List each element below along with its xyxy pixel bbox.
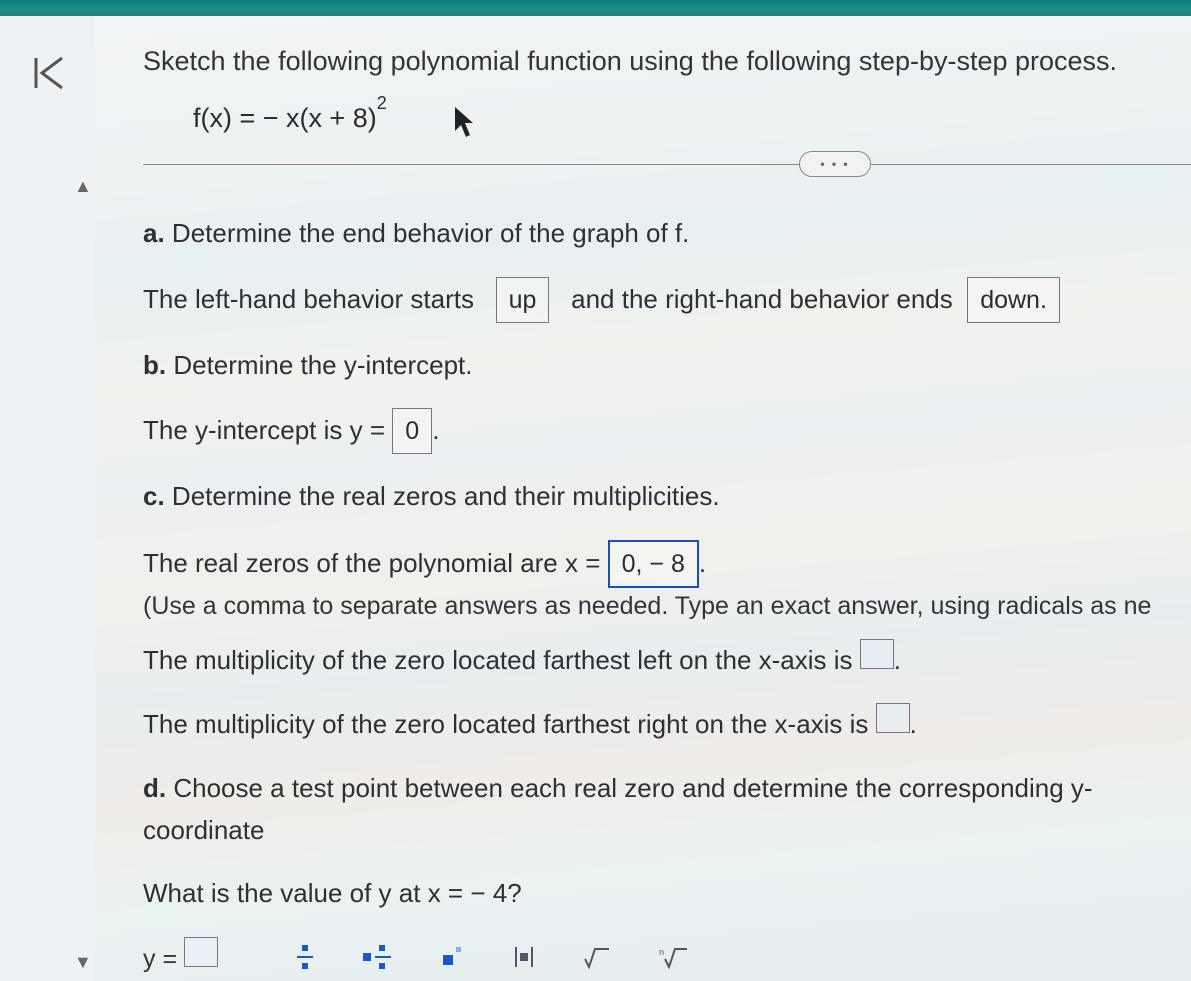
left-sidebar: ▲ ▼ [0,16,95,981]
part-c-label: c. [143,481,172,511]
mixed-fraction-tool-icon[interactable] [363,943,393,977]
divider-line [143,164,1191,165]
equation-exponent: 2 [377,93,387,113]
part-d-question: What is the value of y at x = − 4? [143,873,1191,915]
exponent-tool-icon[interactable] [441,945,465,975]
part-c-prompt: c. Determine the real zeros and their mu… [143,476,1191,518]
left-behavior-answer[interactable]: up [496,277,550,323]
nth-root-tool-icon[interactable]: n [659,945,689,975]
cursor-arrow-icon [453,105,479,146]
scroll-up-icon[interactable]: ▲ [74,176,92,197]
part-c: c. Determine the real zeros and their mu… [143,476,1191,746]
part-b-label: b. [143,350,173,380]
test-point-y-input[interactable] [184,937,218,967]
mult-left-after: . [894,645,901,675]
part-b: b. Determine the y-intercept. The y-inte… [143,345,1191,455]
y-equals: y = [143,945,177,973]
function-equation: f(x) = − x(x + 8)2 [193,101,1191,134]
page-container: ▲ ▼ Sketch the following polynomial func… [0,16,1191,981]
math-toolbar: n [295,939,689,981]
zeros-hint: (Use a comma to separate answers as need… [143,592,1191,621]
scroll-down-icon[interactable]: ▼ [74,952,92,973]
part-a-label: a. [143,218,172,248]
svg-text:n: n [659,947,664,957]
part-c-prompt-text: Determine the real zeros and their multi… [172,481,720,511]
mult-right-after: . [910,709,917,739]
y-intercept-answer[interactable]: 0 [392,408,432,454]
part-b-answer-line: The y-intercept is y = 0. [143,408,1191,454]
part-a-sentence-mid: and the right-hand behavior ends [571,284,953,314]
part-b-after: . [432,415,439,445]
more-button[interactable]: • • • [799,151,871,177]
window-top-bar [0,0,1191,16]
mult-right-line: The multiplicity of the zero located far… [143,703,1191,746]
problem-title: Sketch the following polynomial function… [143,46,1191,77]
right-behavior-answer[interactable]: down. [967,277,1060,323]
problem-content: Sketch the following polynomial function… [95,16,1191,981]
fraction-tool-icon[interactable] [295,943,315,977]
mult-left-pre: The multiplicity of the zero located far… [143,645,853,675]
more-dots: • • • [820,157,849,171]
multiplicity-left-input[interactable] [860,639,894,669]
sqrt-tool-icon[interactable] [583,945,611,975]
part-a-sentence-pre: The left-hand behavior starts [143,284,474,314]
mult-left-line: The multiplicity of the zero located far… [143,639,1191,682]
abs-tool-icon[interactable] [513,945,535,975]
part-d-label: d. [143,773,173,803]
part-b-prompt-text: Determine the y-intercept. [173,350,472,380]
part-a-answer-line: The left-hand behavior starts up and the… [143,277,1191,323]
zeros-pre: The real zeros of the polynomial are x = [143,548,600,578]
equation-text: f(x) = − x(x + 8) [193,103,377,133]
collapse-panel-icon[interactable] [28,52,70,94]
part-b-prompt: b. Determine the y-intercept. [143,345,1191,387]
zeros-after: . [699,548,706,578]
multiplicity-right-input[interactable] [876,703,910,733]
part-b-sentence: The y-intercept is y = [143,415,385,445]
real-zeros-answer[interactable]: 0, − 8 [608,540,699,588]
part-d-prompt: d. Choose a test point between each real… [143,768,1191,851]
part-c-zeros-line: The real zeros of the polynomial are x =… [143,540,1191,588]
part-a-prompt-text: Determine the end behavior of the graph … [172,218,689,248]
mult-right-pre: The multiplicity of the zero located far… [143,709,868,739]
part-a: a. Determine the end behavior of the gra… [143,213,1191,323]
part-a-prompt: a. Determine the end behavior of the gra… [143,213,1191,255]
part-d-prompt-text: Choose a test point between each real ze… [143,773,1093,845]
